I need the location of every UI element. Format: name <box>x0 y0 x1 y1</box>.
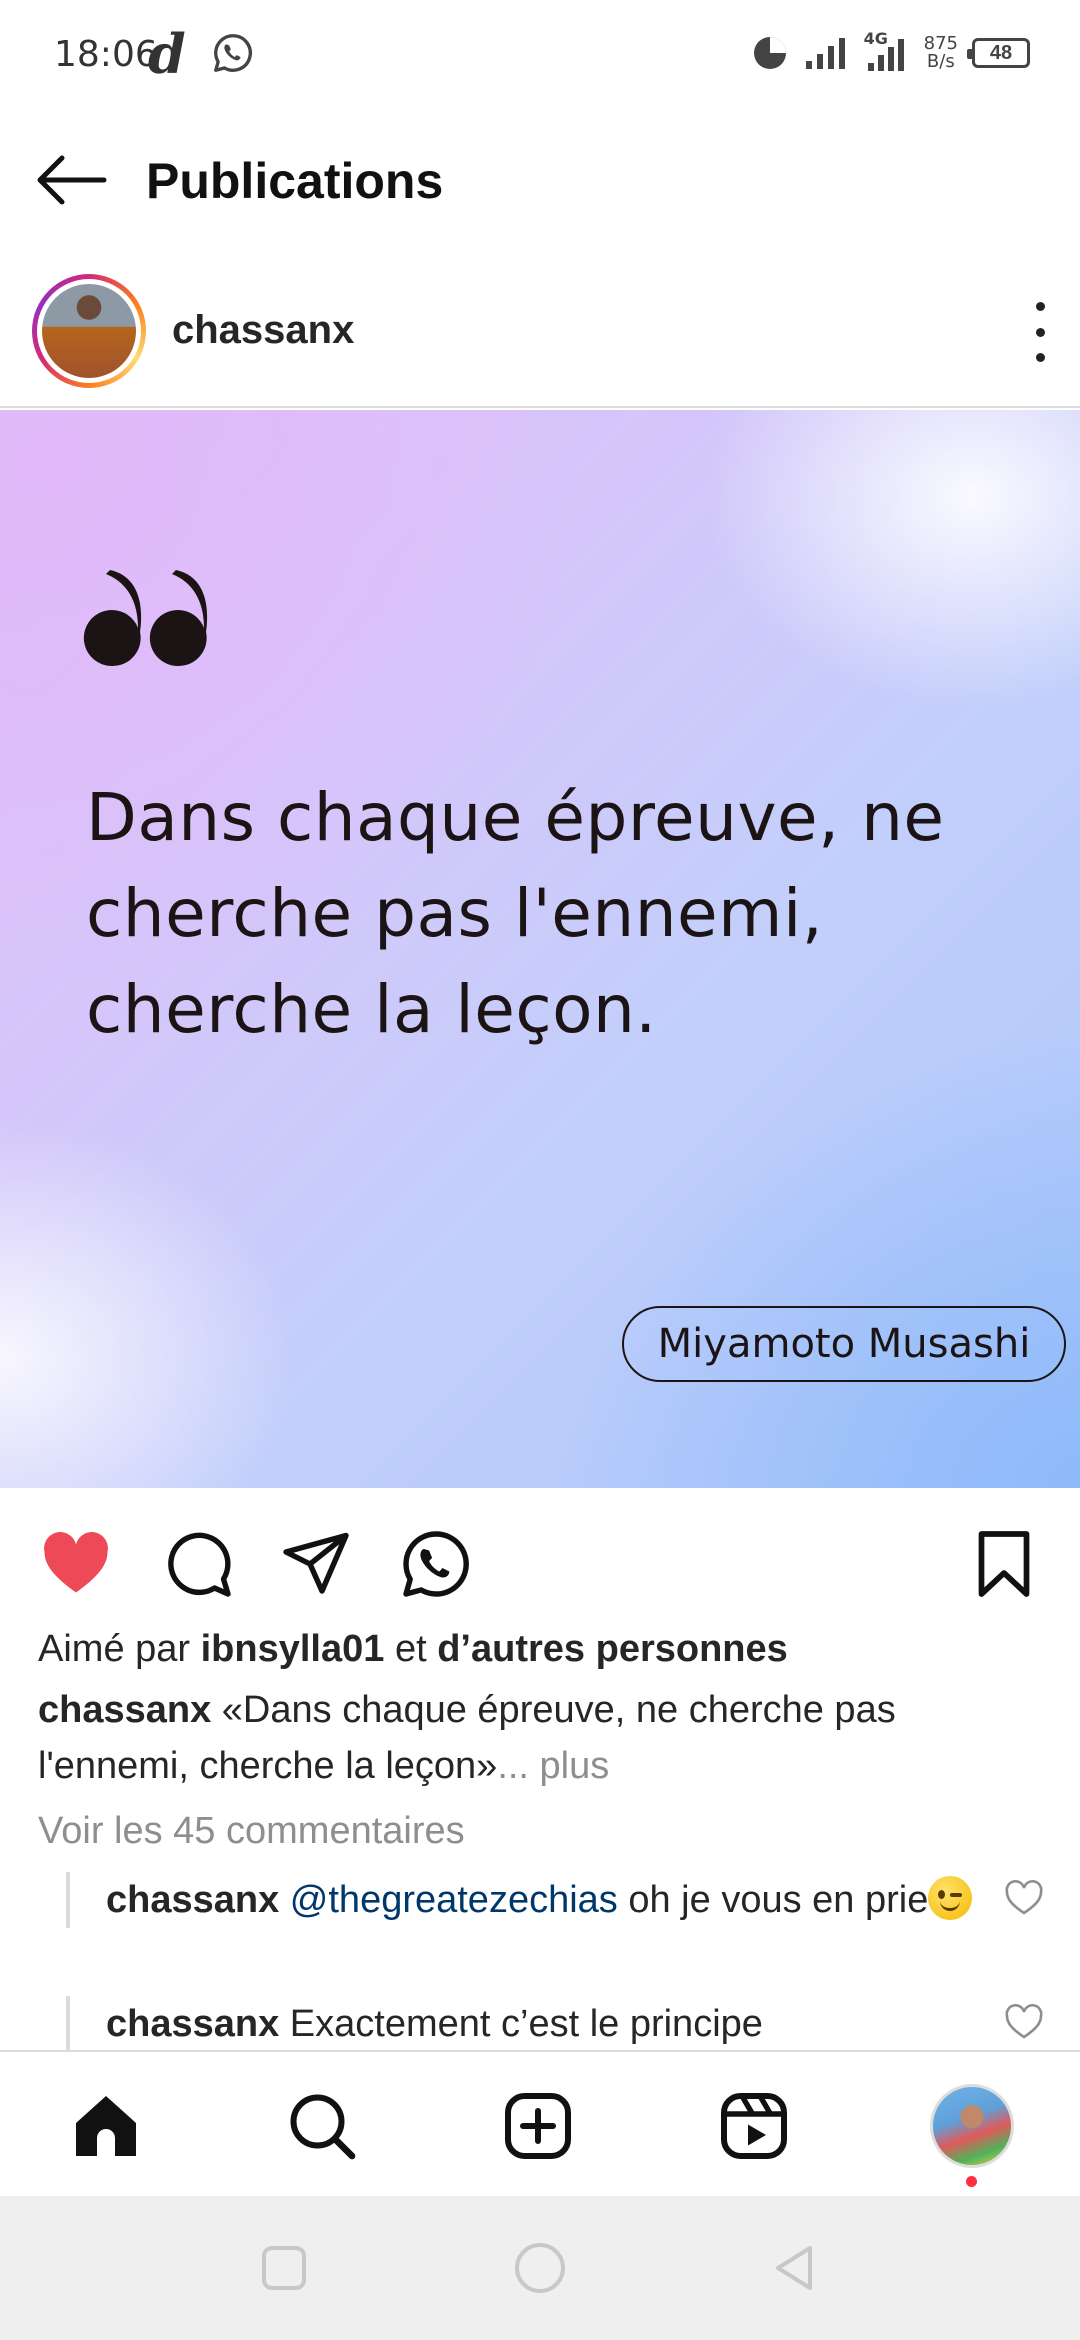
status-time: 18:06 <box>54 34 158 75</box>
nav-home[interactable] <box>70 2090 142 2162</box>
nav-create[interactable] <box>502 2090 574 2162</box>
likes-prefix: Aimé par <box>38 1628 191 1670</box>
battery-level: 48 <box>989 41 1013 64</box>
likes-joiner: et <box>394 1628 427 1670</box>
whatsapp-icon <box>214 34 252 72</box>
home-circle-icon <box>515 2243 565 2293</box>
whatsapp-icon <box>403 1531 469 1597</box>
liker-username[interactable]: ibnsylla01 <box>201 1628 385 1670</box>
system-navigation <box>0 2196 1080 2340</box>
comment-mention[interactable]: @thegreatezechias <box>290 1879 618 1921</box>
battery-icon: 48 <box>967 38 1030 68</box>
signal-icon <box>805 38 845 69</box>
author-avatar[interactable] <box>32 274 146 388</box>
post-image[interactable]: Dans chaque épreuve, ne cherche pas l'en… <box>0 410 1080 1488</box>
caption-more-link[interactable]: ... plus <box>497 1745 609 1787</box>
share-icon <box>283 1532 349 1594</box>
bookmark-icon <box>978 1531 1030 1597</box>
comment-username[interactable]: chassanx <box>106 1879 279 1921</box>
view-comments-link[interactable]: Voir les 45 commentaires <box>38 1810 465 1853</box>
whatsapp-share-button[interactable] <box>400 1528 472 1600</box>
status-bar: 18:06 d 4G 875 B/s 48 <box>0 0 1080 110</box>
recents-button[interactable] <box>256 2240 312 2296</box>
recents-icon <box>262 2246 306 2290</box>
comment-item: chassanx Exactement c’est le principe <box>66 1996 986 2050</box>
speed-unit: B/s <box>926 51 955 72</box>
search-icon <box>290 2094 356 2160</box>
nav-reels[interactable] <box>718 2090 790 2162</box>
comment-text: Exactement c’est le principe <box>289 2003 763 2045</box>
post-header: chassanx <box>0 262 1080 408</box>
profile-avatar[interactable] <box>930 2084 1014 2168</box>
wink-emoji-icon <box>928 1876 973 1920</box>
network-speed: 875 B/s <box>924 35 958 71</box>
comment-text: oh je vous en prie <box>628 1879 929 1921</box>
back-arrow-icon[interactable] <box>34 150 108 210</box>
more-options-icon[interactable] <box>1030 302 1050 362</box>
back-triangle-icon <box>776 2246 812 2290</box>
quote-attribution: Miyamoto Musashi <box>622 1306 1066 1382</box>
attribution-name: Miyamoto Musashi <box>657 1321 1031 1367</box>
status-indicators: 4G 875 B/s 48 <box>750 29 1030 76</box>
header: Publications <box>0 110 1080 250</box>
caption-username[interactable]: chassanx <box>38 1689 211 1731</box>
like-button[interactable] <box>40 1528 112 1600</box>
likes-others-link[interactable]: d’autres personnes <box>437 1628 788 1670</box>
bottom-navigation <box>0 2050 1080 2196</box>
reels-icon <box>721 2093 787 2159</box>
notification-dot <box>966 2176 977 2187</box>
comment-icon <box>168 1532 231 1597</box>
quote-text: Dans chaque épreuve, ne cherche pas l'en… <box>86 779 945 1048</box>
comment-like-heart-icon[interactable] <box>1004 2002 1044 2042</box>
heart-icon <box>44 1532 108 1593</box>
nav-search[interactable] <box>286 2090 358 2162</box>
avatar-photo <box>42 284 136 378</box>
quote-mark-icon <box>83 570 208 667</box>
home-system-button[interactable] <box>512 2240 568 2296</box>
comment-button[interactable] <box>162 1528 234 1600</box>
create-icon <box>505 2093 571 2159</box>
share-button[interactable] <box>280 1528 352 1600</box>
back-system-button[interactable] <box>766 2240 822 2296</box>
data-saver-icon <box>753 37 786 69</box>
save-button[interactable] <box>968 1528 1040 1600</box>
comment-item: chassanx @thegreatezechias oh je vous en… <box>66 1872 986 1928</box>
post-actions <box>0 1520 1080 1608</box>
page-title: Publications <box>146 153 444 209</box>
comment-username[interactable]: chassanx <box>106 2003 279 2045</box>
post-caption: chassanx «Dans chaque épreuve, ne cherch… <box>38 1682 1048 1794</box>
author-username[interactable]: chassanx <box>172 308 354 353</box>
home-icon <box>76 2096 136 2156</box>
signal-4g-icon: 4G <box>862 29 910 73</box>
likes-summary: Aimé par ibnsylla01 et d’autres personne… <box>38 1628 788 1671</box>
app-notification-icon: d <box>148 22 186 86</box>
comment-like-heart-icon[interactable] <box>1004 1878 1044 1918</box>
